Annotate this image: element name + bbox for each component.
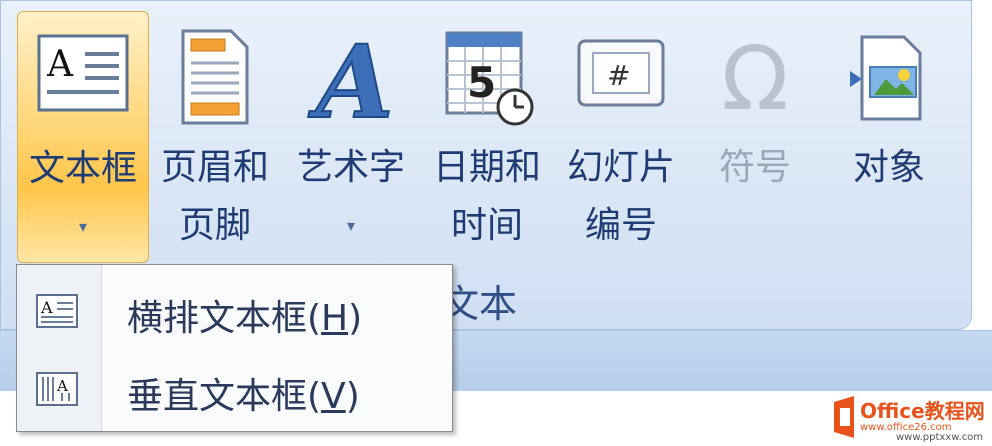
svg-text:A: A <box>56 377 68 395</box>
watermark: Office教程网 www.office26.com www.pptxxw.co… <box>830 392 990 443</box>
horizontal-textbox-label-end: ) <box>348 298 363 339</box>
wordart-label: 艺术字 <box>296 147 405 188</box>
vertical-textbox-icon: A <box>35 371 79 407</box>
vertical-textbox-accel: V <box>321 376 346 417</box>
svg-text:#: # <box>607 59 630 92</box>
object-button[interactable]: 对象 <box>827 11 951 263</box>
slide-number-icon: # <box>559 27 683 127</box>
textbox-icon: A <box>18 28 148 128</box>
wordart-button[interactable]: A 艺术字 ▾ <box>289 11 413 263</box>
svg-text:Ω: Ω <box>721 27 788 127</box>
dropdown-arrow-icon[interactable]: ▾ <box>289 197 413 255</box>
wordart-icon: A <box>289 27 413 127</box>
svg-text:www.pptxxw.com: www.pptxxw.com <box>896 432 983 442</box>
vertical-textbox-label-end: ) <box>345 376 360 417</box>
header-footer-label-2: 页脚 <box>178 205 251 246</box>
symbol-button[interactable]: Ω 符号 <box>693 11 817 263</box>
symbol-icon: Ω <box>693 27 817 127</box>
svg-text:Office教程网: Office教程网 <box>860 399 985 423</box>
header-footer-icon <box>153 27 277 127</box>
textbox-label: 文本框 <box>28 148 137 189</box>
svg-text:5: 5 <box>467 58 496 107</box>
vertical-textbox-label: 垂直文本框( <box>127 376 322 417</box>
textbox-button[interactable]: A 文本框 ▾ <box>17 11 149 263</box>
date-time-label-1: 日期和 <box>432 147 541 188</box>
dropdown-arrow-icon[interactable]: ▾ <box>18 198 148 256</box>
office-logo-icon: Office教程网 www.office26.com www.pptxxw.co… <box>834 396 985 443</box>
date-time-icon: 5 <box>425 27 549 127</box>
horizontal-textbox-icon: A <box>35 293 79 329</box>
menu-item-vertical-textbox[interactable]: A 垂直文本框(V) <box>17 353 452 425</box>
menu-item-horizontal-textbox[interactable]: A 横排文本框(H) <box>17 275 452 347</box>
svg-text:A: A <box>46 44 74 85</box>
date-time-button[interactable]: 5 日期和 时间 <box>425 11 549 263</box>
header-footer-button[interactable]: 页眉和 页脚 <box>153 11 277 263</box>
date-time-label-2: 时间 <box>450 205 523 246</box>
horizontal-textbox-label: 横排文本框( <box>127 298 322 339</box>
horizontal-textbox-accel: H <box>321 298 349 339</box>
slide-number-button[interactable]: # 幻灯片 编号 <box>559 11 683 263</box>
header-footer-label-1: 页眉和 <box>160 147 269 188</box>
svg-text:A: A <box>308 27 394 127</box>
slide-number-label-1: 幻灯片 <box>566 147 675 188</box>
symbol-label: 符号 <box>718 147 791 188</box>
svg-text:A: A <box>40 298 53 317</box>
textbox-dropdown-menu: A 横排文本框(H) A 垂直文本框(V) <box>16 264 453 432</box>
object-icon <box>827 27 951 127</box>
slide-number-label-2: 编号 <box>584 205 657 246</box>
object-label: 对象 <box>852 147 925 188</box>
